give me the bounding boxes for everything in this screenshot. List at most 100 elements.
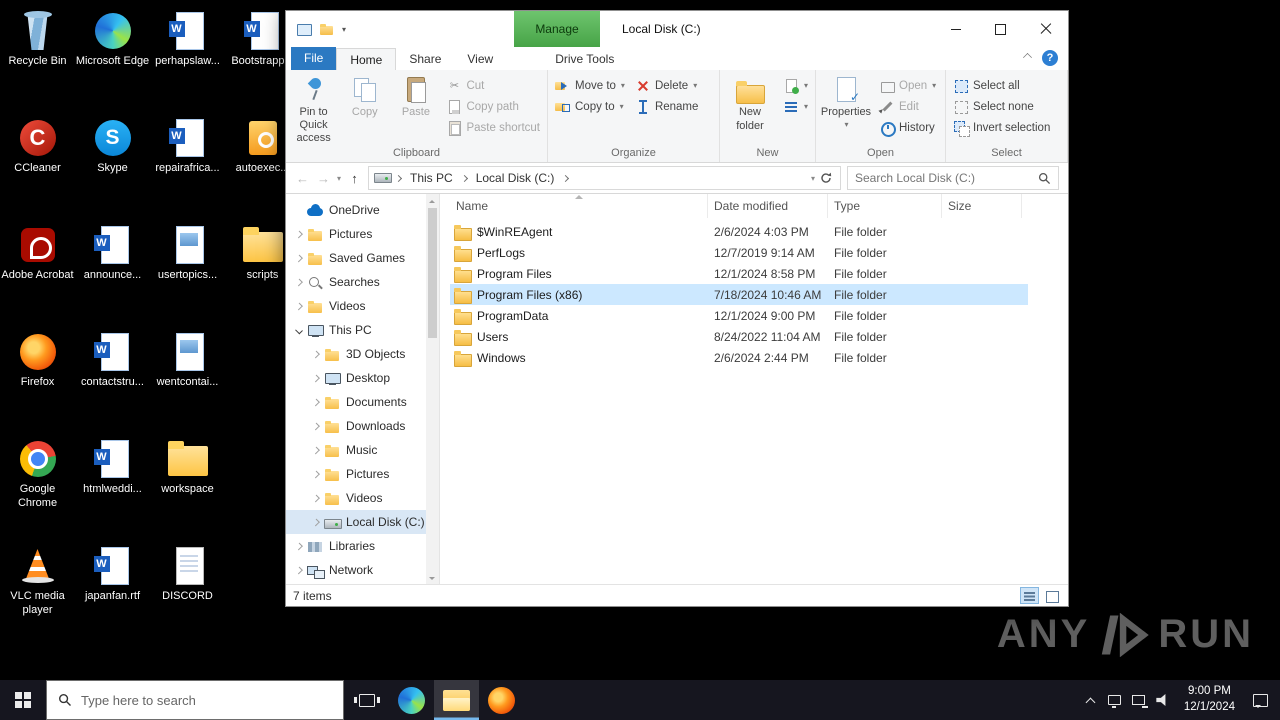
column-header-type[interactable]: Type	[828, 194, 942, 218]
search-box[interactable]	[847, 166, 1059, 190]
taskbar-file-explorer-button[interactable]	[434, 680, 479, 720]
nav-item[interactable]: Libraries	[286, 534, 439, 558]
taskbar-edge-button[interactable]	[389, 680, 434, 720]
details-view-button[interactable]	[1020, 587, 1039, 604]
copy-path-button[interactable]: Copy path	[441, 96, 545, 117]
desktop-icon[interactable]: wentcontai...	[150, 327, 225, 434]
desktop-icon[interactable]: Adobe Acrobat	[0, 220, 75, 327]
large-icons-view-button[interactable]	[1042, 587, 1061, 604]
desktop-icon[interactable]: DISCORD	[150, 541, 225, 648]
desktop-icon[interactable]: contactstru...	[75, 327, 150, 434]
desktop-icon[interactable]: CCleaner	[0, 113, 75, 220]
breadcrumb-local-disk[interactable]: Local Disk (C:)	[472, 171, 559, 185]
paste-shortcut-button[interactable]: Paste shortcut	[441, 117, 545, 138]
nav-item[interactable]: Saved Games	[286, 246, 439, 270]
tab-file[interactable]: File	[291, 47, 336, 70]
desktop-icon[interactable]: japanfan.rtf	[75, 541, 150, 648]
nav-item[interactable]: Network	[286, 558, 439, 582]
search-input[interactable]	[855, 171, 1032, 185]
address-bar[interactable]: This PC Local Disk (C:) ▾	[368, 166, 841, 190]
move-to-button[interactable]: Move to▾	[550, 75, 630, 96]
expand-chevron-icon[interactable]	[312, 446, 320, 454]
desktop-icon[interactable]: announce...	[75, 220, 150, 327]
copy-to-button[interactable]: Copy to▾	[550, 96, 630, 117]
expand-chevron-icon[interactable]	[295, 326, 303, 334]
invert-selection-button[interactable]: Invert selection	[948, 117, 1055, 138]
desktop-icon[interactable]: Microsoft Edge	[75, 6, 150, 113]
delete-button[interactable]: Delete▾	[630, 75, 703, 96]
nav-item[interactable]: Desktop	[286, 366, 439, 390]
tab-view[interactable]: View	[454, 48, 506, 70]
manage-contextual-tab[interactable]: Manage	[514, 11, 600, 47]
desktop-icon[interactable]: repairafrica...	[150, 113, 225, 220]
rename-button[interactable]: Rename	[630, 96, 703, 117]
tab-home[interactable]: Home	[336, 48, 396, 70]
desktop-icon[interactable]: workspace	[150, 434, 225, 541]
forward-button[interactable]: →	[316, 171, 331, 186]
scroll-up-icon[interactable]	[426, 194, 439, 207]
scroll-down-icon[interactable]	[426, 571, 439, 584]
file-row[interactable]: $WinREAgent 2/6/2024 4:03 PM File folder	[450, 221, 1028, 242]
scrollbar-thumb[interactable]	[428, 208, 437, 338]
file-row[interactable]: ProgramData 12/1/2024 9:00 PM File folde…	[450, 305, 1028, 326]
tray-display-button[interactable]	[1103, 680, 1127, 720]
minimize-ribbon-icon[interactable]	[1023, 53, 1032, 62]
taskbar-search[interactable]	[46, 680, 344, 720]
address-dropdown-icon[interactable]: ▾	[811, 174, 815, 183]
recent-locations-button[interactable]: ▾	[337, 174, 341, 183]
expand-chevron-icon[interactable]	[312, 350, 320, 358]
expand-chevron-icon[interactable]	[295, 230, 303, 238]
cut-button[interactable]: ✂Cut	[441, 75, 545, 96]
expand-chevron-icon[interactable]	[312, 398, 320, 406]
column-header-name[interactable]: Name	[450, 194, 708, 218]
column-header-date-modified[interactable]: Date modified	[708, 194, 828, 218]
taskbar-clock[interactable]: 9:00 PM 12/1/2024	[1175, 684, 1244, 715]
desktop-icon[interactable]: Google Chrome	[0, 434, 75, 541]
breadcrumb-this-pc[interactable]: This PC	[406, 171, 457, 185]
nav-item[interactable]: Documents	[286, 390, 439, 414]
nav-item[interactable]: Pictures	[286, 222, 439, 246]
nav-item[interactable]: Videos	[286, 486, 439, 510]
close-button[interactable]	[1023, 11, 1068, 47]
easy-access-button[interactable]: ▾	[778, 96, 813, 117]
desktop-icon[interactable]: Skype	[75, 113, 150, 220]
nav-item[interactable]: Searches	[286, 270, 439, 294]
nav-item[interactable]: This PC	[286, 318, 439, 342]
hidden-icons-button[interactable]	[1079, 680, 1103, 720]
expand-chevron-icon[interactable]	[295, 542, 303, 550]
expand-chevron-icon[interactable]	[295, 254, 303, 262]
expand-chevron-icon[interactable]	[295, 566, 303, 574]
tray-volume-button[interactable]	[1151, 680, 1175, 720]
nav-item[interactable]: Downloads	[286, 414, 439, 438]
nav-item[interactable]: Music	[286, 438, 439, 462]
properties-button[interactable]: ✓ Properties ▾	[818, 72, 874, 129]
title-bar[interactable]: ▾ Manage Local Disk (C:)	[286, 11, 1068, 47]
tray-network-button[interactable]	[1127, 680, 1151, 720]
nav-item[interactable]: 3D Objects	[286, 342, 439, 366]
up-button[interactable]: ↑	[347, 171, 362, 186]
pin-to-quick-access-button[interactable]: Pin to Quick access	[288, 72, 339, 145]
desktop-icon[interactable]: VLC media player	[0, 541, 75, 648]
desktop-icon[interactable]: Firefox	[0, 327, 75, 434]
nav-item[interactable]: Pictures	[286, 462, 439, 486]
nav-item[interactable]: OneDrive	[286, 198, 439, 222]
expand-chevron-icon[interactable]	[295, 278, 303, 286]
task-view-button[interactable]	[344, 680, 389, 720]
desktop-icon[interactable]: htmlweddi...	[75, 434, 150, 541]
column-header-size[interactable]: Size	[942, 194, 1022, 218]
action-center-button[interactable]	[1244, 680, 1276, 720]
taskbar-firefox-button[interactable]	[479, 680, 524, 720]
select-all-button[interactable]: Select all	[948, 75, 1055, 96]
paste-button[interactable]: Paste	[390, 72, 441, 119]
open-button[interactable]: Open▾	[874, 75, 941, 96]
tab-drive-tools[interactable]: Drive Tools	[542, 48, 627, 70]
back-button[interactable]: ←	[295, 171, 310, 186]
file-row[interactable]: Users 8/24/2022 11:04 AM File folder	[450, 326, 1028, 347]
select-none-button[interactable]: Select none	[948, 96, 1055, 117]
copy-button[interactable]: Copy	[339, 72, 390, 119]
expand-chevron-icon[interactable]	[312, 374, 320, 382]
qat-dropdown-icon[interactable]: ▾	[342, 25, 346, 34]
help-icon[interactable]: ?	[1042, 50, 1058, 66]
file-row[interactable]: Program Files 12/1/2024 8:58 PM File fol…	[450, 263, 1028, 284]
file-row[interactable]: Windows 2/6/2024 2:44 PM File folder	[450, 347, 1028, 368]
